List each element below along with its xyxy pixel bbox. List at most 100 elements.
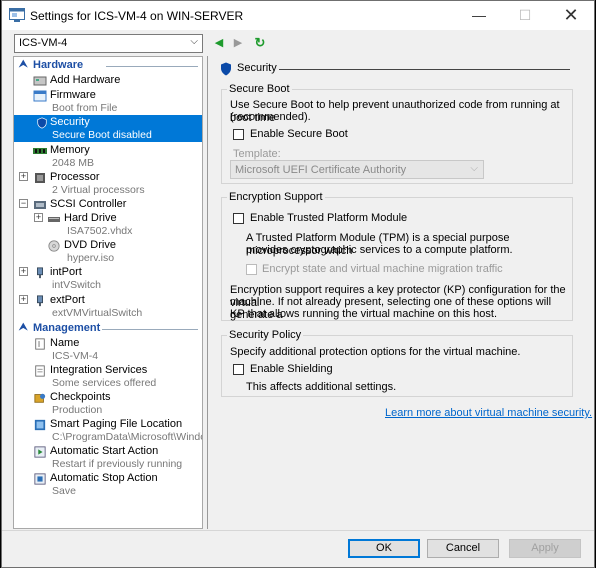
tree-item-extport[interactable]: + extPort extVMVirtualSwitch — [14, 293, 202, 320]
forward-arrow-icon[interactable]: ▶ — [231, 35, 245, 51]
minimize-button[interactable]: — — [456, 1, 502, 30]
tree-item-label: Smart Paging File Location — [50, 418, 183, 430]
expand-plus-icon[interactable]: + — [19, 267, 28, 276]
tree-item-add-hardware[interactable]: Add Hardware — [14, 73, 202, 87]
security-policy-group: Security Policy Specify additional prote… — [221, 329, 573, 397]
add-hardware-icon — [33, 76, 47, 86]
window-title: Settings for ICS-VM-4 on WIN-SERVER — [30, 9, 244, 23]
tree-item-intport[interactable]: + intPort intVSwitch — [14, 265, 202, 292]
collapse-minus-icon[interactable]: − — [19, 199, 28, 208]
firmware-icon — [33, 90, 47, 102]
secure-boot-group: Secure Boot Use Secure Boot to help prev… — [221, 83, 573, 184]
tree-item-label: Memory — [50, 144, 90, 156]
ok-button[interactable]: OK — [348, 539, 420, 558]
tree-item-sublabel: Production — [52, 404, 103, 416]
learn-more-security-link[interactable]: Learn more about virtual machine securit… — [385, 407, 592, 419]
tree-item-processor[interactable]: + Processor 2 Virtual processors — [14, 170, 202, 197]
enable-tpm-checkbox[interactable] — [233, 213, 244, 224]
vm-select-dropdown[interactable]: ICS-VM-4 ⌵ — [14, 34, 203, 53]
title-divider — [279, 69, 570, 70]
title-bar: Settings for ICS-VM-4 on WIN-SERVER — ☐ … — [2, 1, 594, 30]
close-button[interactable]: ✕ — [548, 1, 594, 30]
tree-item-label: Security — [50, 116, 90, 128]
expand-plus-icon[interactable]: + — [34, 213, 43, 222]
enable-shielding-checkbox[interactable] — [233, 364, 244, 375]
tree-item-checkpoints[interactable]: Checkpoints Production — [14, 390, 202, 417]
tree-item-auto-start[interactable]: Automatic Start Action Restart if previo… — [14, 444, 202, 471]
chevron-down-icon: ⌵ — [190, 36, 198, 47]
hardware-header-label: Hardware — [33, 59, 84, 71]
memory-chip-icon — [33, 148, 47, 154]
security-policy-description: Specify additional protection options fo… — [230, 346, 521, 358]
tree-item-scsi-controller[interactable]: − SCSI Controller — [14, 197, 202, 211]
tpm-description-line2: provides cryptographic services to a com… — [246, 244, 513, 256]
refresh-icon[interactable]: ↻ — [253, 35, 267, 51]
footer-separator — [2, 530, 594, 531]
settings-tree: ⮝ Hardware Add Hardware Firmware Boot fr… — [13, 56, 203, 529]
security-settings-pane: Security Secure Boot Use Secure Boot to … — [218, 56, 592, 529]
tree-item-hard-drive[interactable]: + Hard Drive ISA7502.vhdx — [14, 211, 202, 238]
expand-plus-icon[interactable]: + — [19, 295, 28, 304]
hard-drive-icon — [48, 217, 60, 222]
tree-item-dvd-drive[interactable]: DVD Drive hyperv.iso — [14, 238, 202, 265]
tree-item-label: Name — [50, 337, 80, 349]
apply-button[interactable]: Apply — [509, 539, 581, 558]
name-tag-icon: I — [35, 338, 45, 350]
tree-item-sublabel: ICS-VM-4 — [52, 350, 99, 362]
secure-boot-description-line2: (recommended). — [230, 111, 311, 123]
back-arrow-icon[interactable]: ◀ — [212, 35, 226, 51]
template-dropdown[interactable]: Microsoft UEFI Certificate Authority ⌵ — [230, 160, 484, 179]
enable-secure-boot-label: Enable Secure Boot — [250, 128, 348, 140]
tree-item-auto-stop[interactable]: Automatic Stop Action Save — [14, 471, 202, 498]
tree-item-firmware[interactable]: Firmware Boot from File — [14, 88, 202, 115]
hardware-section-header[interactable]: ⮝ Hardware — [14, 59, 202, 72]
tree-item-label: Firmware — [50, 89, 96, 101]
expand-plus-icon[interactable]: + — [19, 172, 28, 181]
tree-item-sublabel: C:\ProgramData\Microsoft\Windo... — [52, 431, 203, 443]
shielding-note: This affects additional settings. — [246, 381, 397, 393]
section-divider — [102, 329, 198, 330]
tree-item-label: Automatic Start Action — [50, 445, 159, 457]
collapse-arrow-icon: ⮝ — [19, 322, 28, 333]
tree-item-sublabel: 2 Virtual processors — [52, 184, 145, 196]
network-adapter-icon — [37, 295, 43, 307]
pane-title: Security — [218, 60, 588, 78]
tree-item-security[interactable]: Security Secure Boot disabled — [14, 115, 202, 142]
tree-item-label: Integration Services — [50, 364, 148, 376]
tree-item-label: Hard Drive — [64, 212, 117, 224]
tree-item-sublabel: hyperv.iso — [67, 252, 115, 264]
encrypt-state-checkbox[interactable] — [246, 264, 257, 275]
cancel-button[interactable]: Cancel — [427, 539, 499, 558]
tree-item-sublabel: 2048 MB — [52, 157, 95, 169]
scsi-controller-icon — [34, 201, 46, 209]
integration-services-icon — [35, 365, 45, 377]
kp-description-line3: KP that allows running the virtual machi… — [230, 308, 498, 320]
security-policy-group-title: Security Policy — [227, 329, 304, 341]
tree-item-memory[interactable]: Memory 2048 MB — [14, 143, 202, 170]
smart-paging-icon — [34, 419, 46, 431]
secure-boot-group-title: Secure Boot — [227, 83, 292, 95]
vm-select-value: ICS-VM-4 — [19, 37, 68, 49]
maximize-button[interactable]: ☐ — [502, 1, 548, 30]
tree-item-label: extPort — [50, 294, 85, 306]
tree-item-sublabel: ISA7502.vhdx — [67, 225, 133, 237]
section-divider — [106, 66, 198, 67]
dvd-disc-icon — [48, 240, 60, 252]
pane-title-label: Security — [237, 62, 277, 74]
shield-icon — [221, 62, 231, 76]
tree-item-sublabel: Secure Boot disabled — [52, 129, 152, 141]
management-section-header[interactable]: ⮝ Management — [14, 322, 202, 335]
settings-window: Settings for ICS-VM-4 on WIN-SERVER — ☐ … — [1, 0, 595, 568]
tree-item-name[interactable]: I Name ICS-VM-4 — [14, 336, 202, 363]
enable-secure-boot-checkbox[interactable] — [233, 129, 244, 140]
pane-splitter[interactable] — [207, 56, 208, 529]
encryption-support-group: Encryption Support Enable Trusted Platfo… — [221, 191, 573, 321]
tree-item-integration-services[interactable]: Integration Services Some services offer… — [14, 363, 202, 390]
tree-item-sublabel: intVSwitch — [52, 279, 102, 291]
enable-tpm-label: Enable Trusted Platform Module — [250, 212, 408, 224]
enable-shielding-label: Enable Shielding — [250, 363, 333, 375]
tree-item-sublabel: Some services offered — [52, 377, 157, 389]
encrypt-state-label: Encrypt state and virtual machine migrat… — [262, 263, 503, 275]
tree-item-smart-paging[interactable]: Smart Paging File Location C:\ProgramDat… — [14, 417, 202, 444]
settings-app-icon — [9, 8, 25, 22]
